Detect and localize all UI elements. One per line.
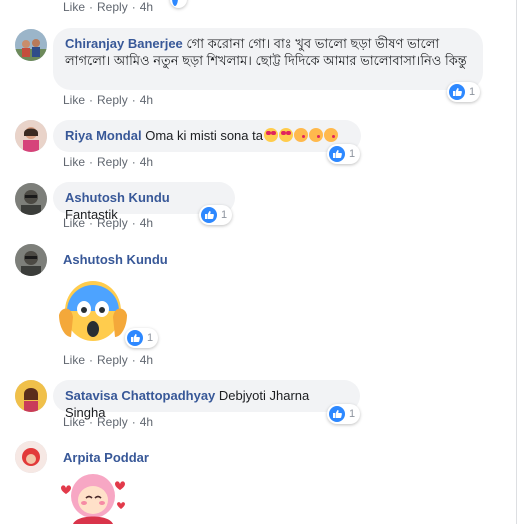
- comment-author[interactable]: Ashutosh Kundu: [63, 252, 168, 267]
- kiss-emoji: [308, 128, 323, 142]
- comment-text: Oma ki misti sona ta: [145, 128, 263, 143]
- comment-author[interactable]: Riya Mondal: [65, 128, 142, 143]
- reaction-badge[interactable]: 1: [199, 205, 233, 225]
- avatar[interactable]: [15, 183, 47, 215]
- comment-actions: Like · Reply · 4h: [63, 155, 154, 169]
- reply-link[interactable]: Reply: [97, 353, 128, 367]
- comment-author-block: Arpita Poddar: [63, 450, 149, 466]
- like-link[interactable]: Like: [63, 353, 85, 367]
- avatar-photo: [15, 380, 47, 412]
- reply-link[interactable]: Reply: [97, 93, 128, 107]
- avatar[interactable]: [15, 380, 47, 412]
- reaction-count: 1: [349, 408, 356, 420]
- like-icon: [201, 207, 217, 223]
- avatar[interactable]: [15, 441, 47, 473]
- comment-time: 4h: [139, 155, 154, 169]
- avatar-photo: [15, 441, 47, 473]
- like-link[interactable]: Like: [63, 93, 85, 107]
- kiss-emoji: [293, 128, 308, 142]
- comment-actions: Like · Reply · 4h: [63, 216, 154, 230]
- comment-time: 4h: [139, 93, 154, 107]
- like-icon: [127, 330, 143, 346]
- reaction-count: 1: [147, 332, 154, 344]
- comment-author[interactable]: Ashutosh Kundu: [65, 190, 170, 205]
- reaction-badge[interactable]: 1: [327, 404, 361, 424]
- avatar[interactable]: [15, 244, 47, 276]
- comment-actions: Like · Reply · 4h: [63, 415, 154, 429]
- reaction-count: 1: [469, 86, 476, 98]
- reply-link[interactable]: Reply: [97, 216, 128, 230]
- like-link[interactable]: Like: [63, 415, 85, 429]
- like-link[interactable]: Like: [63, 155, 85, 169]
- reaction-count: 1: [349, 148, 356, 160]
- comment-author[interactable]: Arpita Poddar: [63, 450, 149, 465]
- avatar[interactable]: [15, 29, 47, 61]
- comment-time: 4h: [139, 353, 154, 367]
- kiss-emoji: [323, 128, 338, 142]
- avatar-photo: [15, 244, 47, 276]
- like-icon: [329, 146, 345, 162]
- heart-eyes-emoji: [278, 128, 293, 142]
- like-link[interactable]: Like: [63, 0, 85, 14]
- avatar-photo: [15, 120, 47, 152]
- comment-actions: Like · Reply · 4h: [63, 93, 154, 107]
- comment-bubble: Satavisa Chattopadhyay Debjyoti Jharna S…: [53, 380, 360, 420]
- comment-author-block: Ashutosh Kundu: [63, 252, 168, 268]
- reaction-count: 1: [221, 209, 228, 221]
- comment-actions: Like · Reply · 4h: [63, 353, 154, 367]
- like-link[interactable]: Like: [63, 216, 85, 230]
- comment-bubble: Chiranjay Banerjee গো করোনা গো। বাঃ খুব …: [53, 28, 483, 90]
- reaction-badge[interactable]: 1: [447, 82, 481, 102]
- comment-time: 4h: [139, 415, 154, 429]
- reaction-badge[interactable]: 1: [327, 144, 361, 164]
- avatar-photo: [15, 183, 47, 215]
- reaction-badge[interactable]: 1: [125, 328, 159, 348]
- comment-time: 4h: [139, 216, 154, 230]
- girl-with-hearts-sticker: [53, 470, 133, 524]
- comment-author[interactable]: Satavisa Chattopadhyay: [65, 388, 215, 403]
- like-icon: [449, 84, 465, 100]
- comment-bubble: Riya Mondal Oma ki misti sona ta: [53, 120, 361, 152]
- heart-eyes-emoji: [263, 128, 278, 142]
- comment-actions: Like · Reply · 4h: [63, 0, 154, 14]
- comment-time: 4h: [139, 0, 154, 14]
- comments-panel: Like · Reply · 4h Chiranjay Banerjee গো করোন…: [0, 0, 517, 524]
- comment-author[interactable]: Chiranjay Banerjee: [65, 36, 183, 51]
- screaming-face-sticker: [53, 275, 133, 345]
- avatar[interactable]: [15, 120, 47, 152]
- reply-link[interactable]: Reply: [97, 415, 128, 429]
- avatar-photo: [15, 29, 47, 61]
- reply-link[interactable]: Reply: [97, 0, 128, 14]
- reply-link[interactable]: Reply: [97, 155, 128, 169]
- reaction-badge[interactable]: [170, 0, 187, 8]
- like-icon: [329, 406, 345, 422]
- like-icon: [172, 0, 178, 6]
